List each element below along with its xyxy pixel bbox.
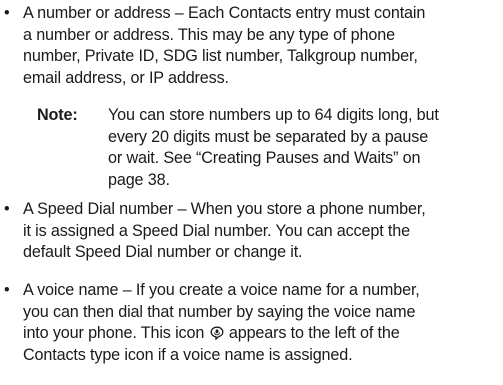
bullet-3-line-4: Contacts type icon if a voice name is as… xyxy=(23,345,353,364)
bullet-speed-dial: • A Speed Dial number – When you store a … xyxy=(4,199,500,264)
voice-name-icon xyxy=(210,325,224,341)
bullet-3-line-3-after-icon: appears to the left of the xyxy=(224,324,400,342)
bullet-1-line-3: number, Private ID, SDG list number, Tal… xyxy=(23,47,418,65)
bullet-number-or-address: • A number or address – Each Contacts ent… xyxy=(4,3,500,89)
manual-page: • A number or address – Each Contacts ent… xyxy=(0,0,503,385)
bullet-voice-name: • A voice name – If you create a voice na… xyxy=(4,280,500,366)
note-label: Note: xyxy=(37,106,78,124)
bullet-2-line-1: A Speed Dial number – When you store a p… xyxy=(23,200,426,218)
bullet-3-line-2: you can then dial that number by saying … xyxy=(23,302,416,321)
bullet-3-line-3: into your phone. This icon xyxy=(23,324,209,342)
bullet-marker: • xyxy=(4,4,10,22)
bullet-2-line-3: default Speed Dial number or change it. xyxy=(23,243,303,261)
bullet-marker: • xyxy=(4,281,10,299)
note-line-4: page 38. xyxy=(108,170,170,189)
bullet-1-line-4: email address, or IP address. xyxy=(23,68,229,87)
note-line-1: You can store numbers up to 64 digits lo… xyxy=(108,106,439,124)
bullet-marker: • xyxy=(4,200,10,218)
note-line-2: every 20 digits must be separated by a p… xyxy=(108,127,429,146)
note-body: You can store numbers up to 64 digits lo… xyxy=(108,105,500,191)
note-line-3: or wait. See “Creating Pauses and Waits”… xyxy=(108,149,421,167)
bullet-3-line-1: A voice name – If you create a voice nam… xyxy=(23,281,420,299)
bullet-1-line-2: a number or address. This may be any typ… xyxy=(23,25,395,44)
bullet-2-line-2: it is assigned a Speed Dial number. You … xyxy=(23,221,410,240)
note-block: Note: You can store numbers up to 64 dig… xyxy=(37,105,500,193)
bullet-1-line-1: A number or address – Each Contacts entr… xyxy=(23,4,426,22)
